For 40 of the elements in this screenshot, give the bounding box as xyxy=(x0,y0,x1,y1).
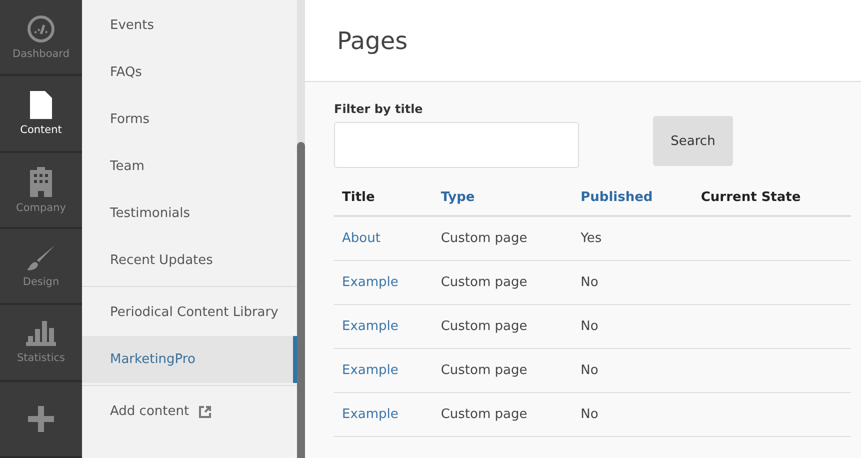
page-title-link[interactable]: About xyxy=(342,231,380,246)
page-title-link[interactable]: Example xyxy=(342,319,398,334)
scrollbar[interactable] xyxy=(297,0,305,458)
sidebar-item[interactable]: Testimonials xyxy=(82,190,297,237)
page-title-link[interactable]: Example xyxy=(342,363,398,378)
table-cell: No xyxy=(580,363,598,378)
table-cell: Custom page xyxy=(440,319,528,334)
sidebar-item[interactable]: MarketingPro xyxy=(82,336,297,383)
search-button[interactable]: Search xyxy=(653,116,733,166)
sidebar-item[interactable]: Periodical Content Library xyxy=(82,289,297,336)
plus-icon xyxy=(28,406,54,432)
table-cell: Custom page xyxy=(440,275,528,290)
page-title-link[interactable]: Example xyxy=(342,275,398,290)
column-header[interactable]: Type xyxy=(432,176,573,216)
sidebar-item[interactable]: Events xyxy=(82,2,297,49)
table-cell: No xyxy=(580,319,598,334)
paintbrush-icon xyxy=(25,244,57,272)
sidebar-item[interactable]: FAQs xyxy=(82,49,297,96)
document-icon xyxy=(29,90,53,120)
bar-chart-icon xyxy=(25,320,57,348)
page-title-link[interactable]: Example xyxy=(342,407,398,422)
sidebar-item[interactable]: Forms xyxy=(82,96,297,143)
table-cell: No xyxy=(580,407,598,422)
external-link-icon xyxy=(199,406,212,418)
page-title: Pages xyxy=(337,26,408,54)
table-cell: Custom page xyxy=(440,231,528,246)
column-header[interactable]: Published xyxy=(572,176,693,216)
column-header: Title xyxy=(334,176,433,216)
column-header: Current State xyxy=(692,176,851,216)
table-cell: No xyxy=(580,275,598,290)
table-cell: Custom page xyxy=(440,407,528,422)
sidebar-item[interactable]: Team xyxy=(82,143,297,190)
sidebar-item[interactable]: Recent Updates xyxy=(82,237,297,284)
filter-label: Filter by title xyxy=(334,102,424,116)
table-cell: Yes xyxy=(580,231,602,246)
gauge-icon xyxy=(26,14,56,44)
filter-input[interactable] xyxy=(334,122,579,168)
table-cell: Custom page xyxy=(440,363,528,378)
add-content-link[interactable]: Add content xyxy=(82,388,297,435)
building-icon xyxy=(27,166,55,198)
